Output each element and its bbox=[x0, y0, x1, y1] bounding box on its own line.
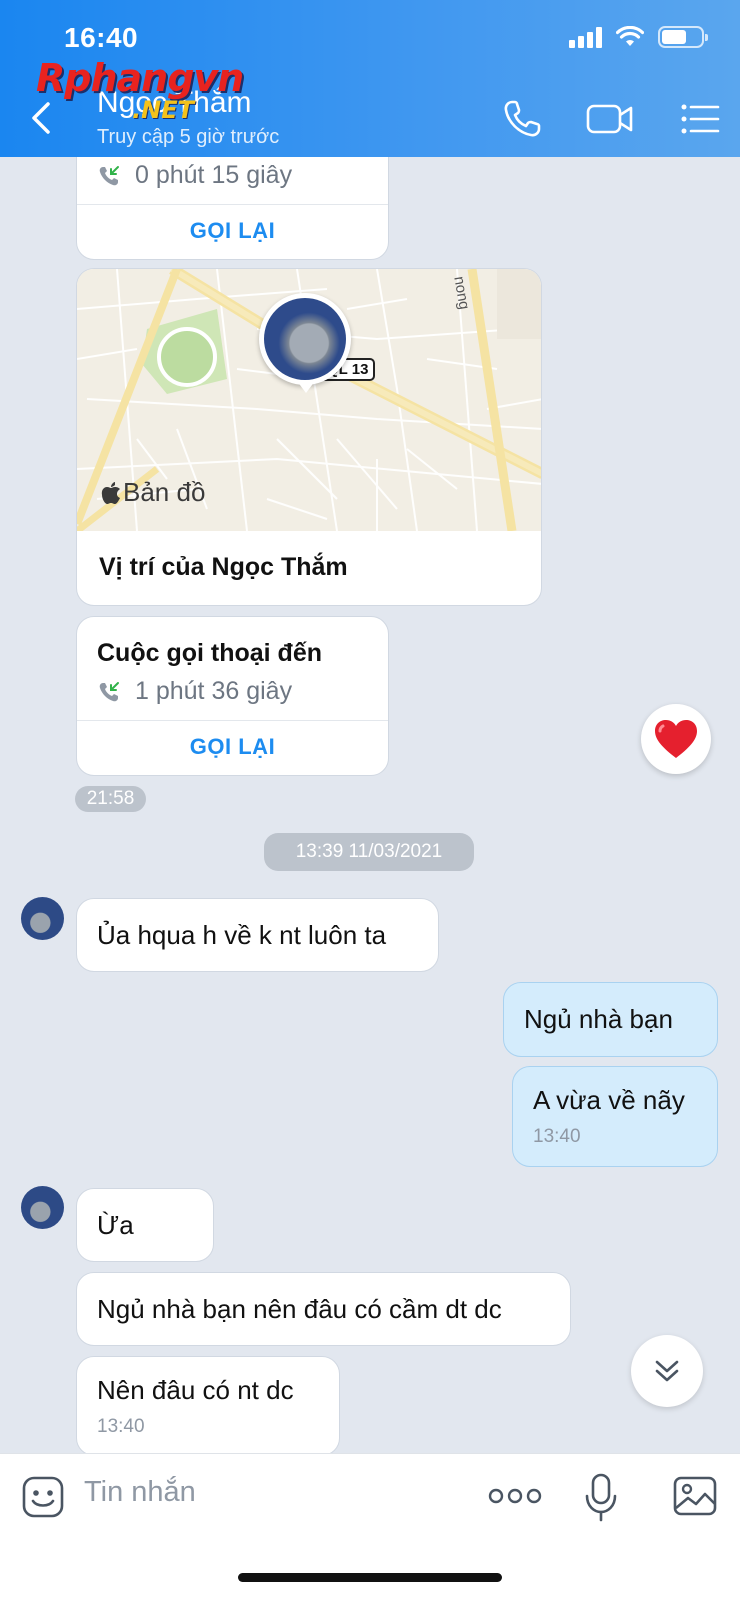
incoming-message[interactable]: Nên đâu có nt dc 13:40 bbox=[76, 1356, 340, 1456]
apple-icon bbox=[101, 481, 120, 504]
chat-header: 16:40 Ngọc Thắm Truy cập 5 giờ trước bbox=[0, 0, 740, 157]
message-input[interactable]: Tin nhắn bbox=[84, 1476, 196, 1509]
image-icon[interactable] bbox=[672, 1474, 718, 1518]
home-indicator[interactable] bbox=[238, 1573, 502, 1582]
reaction-button[interactable] bbox=[641, 704, 711, 774]
incoming-call-icon bbox=[99, 165, 119, 185]
avatar[interactable] bbox=[21, 897, 64, 940]
incoming-call-icon bbox=[99, 681, 119, 701]
last-seen-status: Truy cập 5 giờ trước bbox=[97, 126, 280, 148]
date-separator: 13:39 11/03/2021 bbox=[264, 833, 474, 871]
contact-avatar bbox=[264, 298, 346, 380]
battery-icon bbox=[658, 26, 708, 48]
incoming-message[interactable]: Ừa bbox=[76, 1188, 214, 1262]
message-time: 13:40 bbox=[97, 1415, 145, 1437]
incoming-message[interactable]: Ủa hqua h về k nt luôn ta bbox=[76, 898, 439, 972]
contact-name[interactable]: Ngọc Thắm bbox=[97, 86, 252, 120]
call-card: Cuộc gọi thoại đến 1 phút 36 giây GỌI LẠ… bbox=[76, 616, 389, 776]
map-attribution: Bản đồ bbox=[101, 477, 205, 508]
heart-icon bbox=[655, 720, 697, 758]
more-icon[interactable] bbox=[488, 1484, 542, 1508]
scroll-to-bottom-button[interactable] bbox=[631, 1335, 703, 1407]
phone-icon[interactable] bbox=[499, 96, 545, 142]
outgoing-message[interactable]: A vừa về nãy 13:40 bbox=[512, 1066, 718, 1167]
map-preview[interactable]: nong QL 13 Bản đồ bbox=[77, 269, 541, 531]
call-title: Cuộc gọi thoại đến bbox=[97, 639, 322, 667]
call-duration: 1 phút 36 giây bbox=[135, 677, 293, 705]
message-time: 13:40 bbox=[533, 1126, 581, 1147]
microphone-icon[interactable] bbox=[583, 1472, 619, 1524]
message-text: Ngủ nhà bạn nên đâu có cầm dt dc bbox=[97, 1293, 502, 1324]
back-icon[interactable] bbox=[24, 96, 60, 140]
call-back-button[interactable]: GỌI LẠI bbox=[77, 218, 388, 244]
scroll-down-icon bbox=[655, 1360, 679, 1382]
divider bbox=[77, 204, 388, 205]
incoming-message[interactable]: Ngủ nhà bạn nên đâu có cầm dt dc bbox=[76, 1272, 571, 1346]
message-text: A vừa về nãy bbox=[533, 1085, 685, 1115]
wifi-icon bbox=[616, 26, 644, 46]
location-label: Vị trí của Ngọc Thắm bbox=[99, 553, 348, 581]
status-time: 16:40 bbox=[64, 22, 139, 53]
signal-icon bbox=[569, 26, 602, 48]
call-duration: 0 phút 15 giây bbox=[135, 161, 293, 189]
divider bbox=[77, 720, 388, 721]
message-time: 21:58 bbox=[75, 786, 146, 812]
video-call-icon[interactable] bbox=[585, 96, 635, 142]
message-text: Ừa bbox=[97, 1209, 134, 1240]
location-pin bbox=[259, 293, 351, 393]
call-back-button[interactable]: GỌI LẠI bbox=[77, 734, 388, 760]
location-card[interactable]: nong QL 13 Bản đồ Vị trí của Ngọc Thắm bbox=[76, 268, 542, 606]
message-text: Ngủ nhà bạn bbox=[524, 1004, 673, 1034]
outgoing-message[interactable]: Ngủ nhà bạn bbox=[503, 982, 718, 1057]
sticker-icon[interactable] bbox=[20, 1474, 66, 1520]
status-icons bbox=[569, 26, 708, 48]
avatar[interactable] bbox=[21, 1186, 64, 1229]
message-text: Nên đâu có nt dc bbox=[97, 1374, 294, 1405]
menu-icon[interactable] bbox=[678, 96, 724, 142]
message-text: Ủa hqua h về k nt luôn ta bbox=[97, 919, 387, 950]
